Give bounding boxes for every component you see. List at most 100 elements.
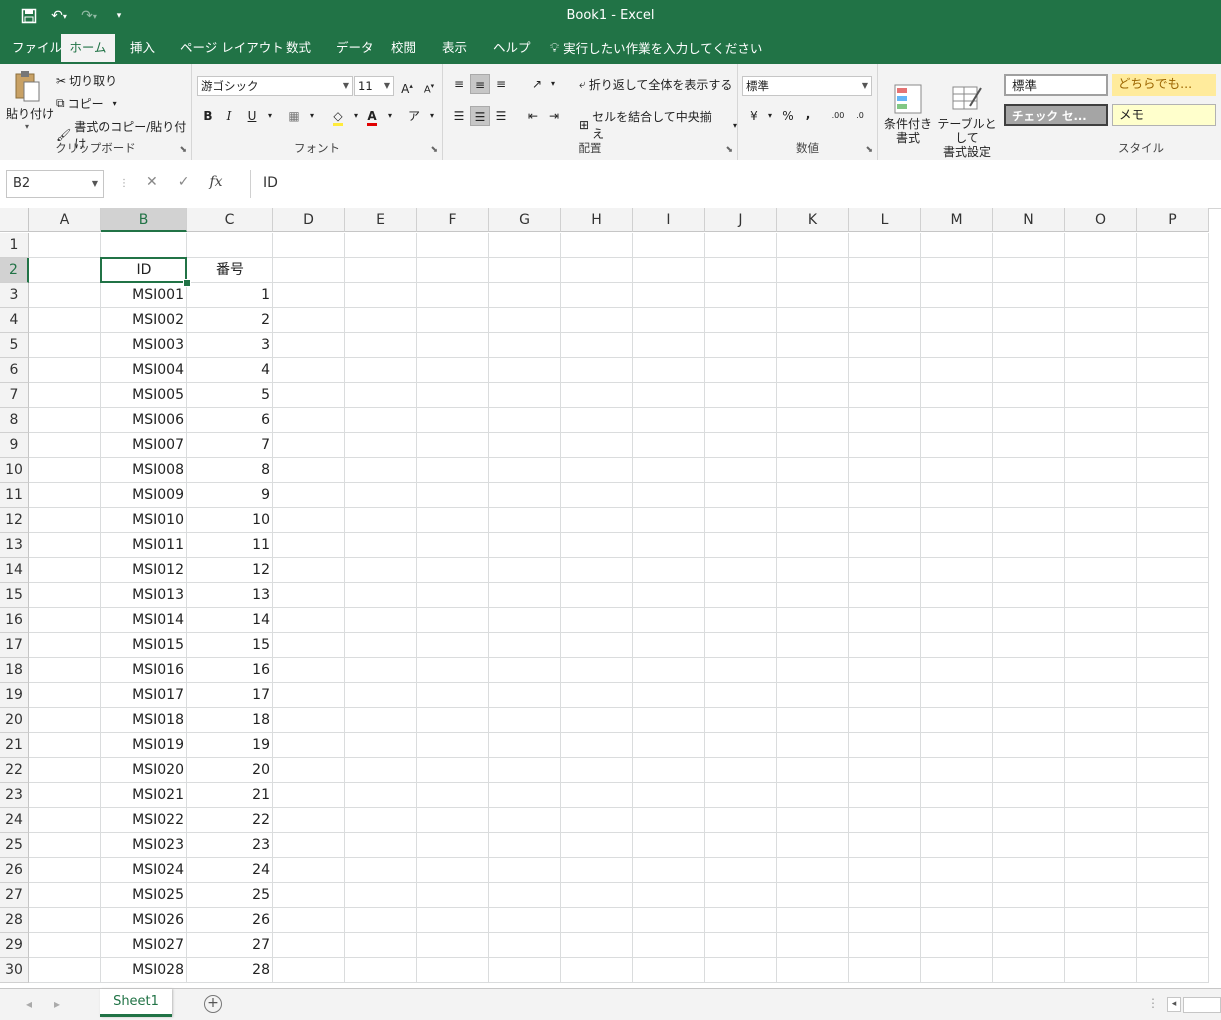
- align-top-icon[interactable]: ≡: [449, 74, 469, 94]
- dialog-launcher-icon[interactable]: ⬊: [725, 145, 733, 155]
- tab-insert[interactable]: 挿入: [120, 34, 165, 64]
- align-left-icon[interactable]: ☰: [449, 106, 469, 126]
- chevron-down-icon[interactable]: ▾: [302, 106, 322, 126]
- column-header-l[interactable]: L: [849, 208, 921, 232]
- cell-number[interactable]: 20: [187, 758, 273, 783]
- column-header-k[interactable]: K: [777, 208, 849, 232]
- cell-id[interactable]: MSI007: [101, 433, 187, 458]
- chevron-down-icon[interactable]: ▾: [760, 106, 780, 126]
- cell-number[interactable]: 17: [187, 683, 273, 708]
- row-header-2[interactable]: 2: [0, 258, 29, 283]
- row-header-7[interactable]: 7: [0, 383, 29, 408]
- column-header-b[interactable]: B: [101, 208, 187, 232]
- cell-id[interactable]: MSI026: [101, 908, 187, 933]
- row-header-1[interactable]: 1: [0, 233, 29, 258]
- cell-id[interactable]: MSI014: [101, 608, 187, 633]
- cell-id[interactable]: MSI012: [101, 558, 187, 583]
- row-header-14[interactable]: 14: [0, 558, 29, 583]
- cell-number[interactable]: 23: [187, 833, 273, 858]
- sheet-tab[interactable]: Sheet1: [100, 989, 172, 1017]
- column-header-c[interactable]: C: [187, 208, 273, 232]
- borders-icon[interactable]: ▦: [284, 106, 304, 126]
- row-header-27[interactable]: 27: [0, 883, 29, 908]
- cell-id[interactable]: MSI027: [101, 933, 187, 958]
- row-header-24[interactable]: 24: [0, 808, 29, 833]
- paste-dropdown-icon[interactable]: ▾: [6, 122, 48, 131]
- row-header-25[interactable]: 25: [0, 833, 29, 858]
- cell-id[interactable]: MSI025: [101, 883, 187, 908]
- cancel-icon[interactable]: ✕: [146, 174, 158, 190]
- percent-button[interactable]: %: [778, 106, 798, 126]
- font-color-icon[interactable]: A: [362, 106, 382, 126]
- row-header-13[interactable]: 13: [0, 533, 29, 558]
- cell-id[interactable]: MSI016: [101, 658, 187, 683]
- horizontal-scrollbar[interactable]: [1183, 997, 1221, 1013]
- cell-number[interactable]: 25: [187, 883, 273, 908]
- formula-input[interactable]: ID: [250, 170, 1221, 198]
- cell-id[interactable]: MSI002: [101, 308, 187, 333]
- tab-home[interactable]: ホーム: [61, 34, 115, 64]
- column-header-p[interactable]: P: [1137, 208, 1209, 232]
- format-as-table-button[interactable]: テーブルとして 書式設定: [934, 70, 1000, 173]
- cell-id[interactable]: MSI006: [101, 408, 187, 433]
- decrease-decimal-icon[interactable]: .0: [850, 106, 870, 126]
- dialog-launcher-icon[interactable]: ⬊: [430, 145, 438, 155]
- cell-number[interactable]: 4: [187, 358, 273, 383]
- row-header-3[interactable]: 3: [0, 283, 29, 308]
- decrease-font-icon[interactable]: A▾: [419, 76, 439, 96]
- underline-button[interactable]: U: [242, 106, 262, 126]
- increase-decimal-icon[interactable]: .00: [828, 106, 848, 126]
- column-header-a[interactable]: A: [29, 208, 101, 232]
- style-normal[interactable]: 標準: [1004, 74, 1108, 96]
- italic-button[interactable]: I: [219, 106, 239, 126]
- cell-id[interactable]: MSI019: [101, 733, 187, 758]
- cell-id[interactable]: MSI004: [101, 358, 187, 383]
- tab-view[interactable]: 表示: [432, 34, 477, 64]
- style-note[interactable]: メモ: [1112, 104, 1216, 126]
- cell-number[interactable]: 16: [187, 658, 273, 683]
- paste-button[interactable]: 貼り付け ▾: [6, 70, 54, 131]
- cell-id[interactable]: MSI008: [101, 458, 187, 483]
- number-format-select[interactable]: 標準 ▼: [742, 76, 872, 96]
- row-header-5[interactable]: 5: [0, 333, 29, 358]
- row-header-28[interactable]: 28: [0, 908, 29, 933]
- select-all-button[interactable]: [0, 208, 29, 232]
- merge-center-button[interactable]: ⊞ セルを結合して中央揃え ▾: [579, 108, 737, 142]
- cell-id[interactable]: MSI005: [101, 383, 187, 408]
- cell-number[interactable]: 12: [187, 558, 273, 583]
- row-header-23[interactable]: 23: [0, 783, 29, 808]
- column-header-i[interactable]: I: [633, 208, 705, 232]
- name-box[interactable]: B2 ▼: [6, 170, 104, 198]
- tab-review[interactable]: 校閲: [381, 34, 426, 64]
- bold-button[interactable]: B: [198, 106, 218, 126]
- row-header-17[interactable]: 17: [0, 633, 29, 658]
- chevron-down-icon[interactable]: ▾: [543, 74, 563, 94]
- row-header-19[interactable]: 19: [0, 683, 29, 708]
- tab-data[interactable]: データ: [326, 34, 384, 64]
- cell-number[interactable]: 19: [187, 733, 273, 758]
- cell-id[interactable]: MSI023: [101, 833, 187, 858]
- chevron-down-icon[interactable]: ▾: [260, 106, 280, 126]
- scroll-left-icon[interactable]: ◂: [26, 997, 32, 1011]
- conditional-format-button[interactable]: 条件付き 書式: [882, 70, 934, 159]
- row-header-20[interactable]: 20: [0, 708, 29, 733]
- cell-number[interactable]: 7: [187, 433, 273, 458]
- row-header-18[interactable]: 18: [0, 658, 29, 683]
- cut-button[interactable]: ✂ 切り取り: [56, 72, 117, 89]
- cell-number[interactable]: 13: [187, 583, 273, 608]
- tell-me-search[interactable]: 💡︎ 実行したい作業を入力してください: [540, 34, 772, 64]
- cell-id[interactable]: MSI009: [101, 483, 187, 508]
- tab-help[interactable]: ヘルプ: [483, 34, 541, 64]
- cell-number[interactable]: 22: [187, 808, 273, 833]
- tab-formulas[interactable]: 数式: [276, 34, 321, 64]
- cell-number[interactable]: 27: [187, 933, 273, 958]
- cell-number[interactable]: 3: [187, 333, 273, 358]
- scroll-right-icon[interactable]: ▸: [54, 997, 60, 1011]
- font-size-select[interactable]: 11 ▼: [354, 76, 394, 96]
- dialog-launcher-icon[interactable]: ⬊: [865, 145, 873, 155]
- cell-id[interactable]: MSI022: [101, 808, 187, 833]
- row-header-16[interactable]: 16: [0, 608, 29, 633]
- cell-number[interactable]: 11: [187, 533, 273, 558]
- style-check-cell[interactable]: チェック セ...: [1004, 104, 1108, 126]
- increase-indent-icon[interactable]: ⇥: [544, 106, 564, 126]
